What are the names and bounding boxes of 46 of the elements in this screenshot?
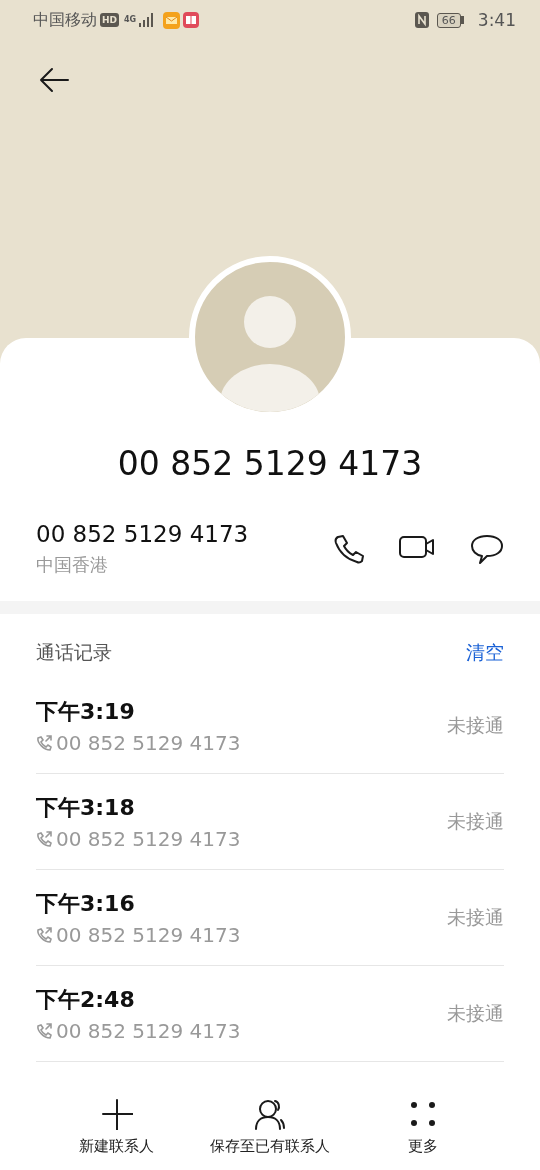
back-arrow-icon bbox=[38, 67, 70, 93]
call-time: 下午3:16 bbox=[36, 889, 136, 918]
video-camera-icon bbox=[398, 533, 436, 561]
chat-bubble-icon bbox=[470, 533, 504, 565]
battery-icon: 66 bbox=[436, 12, 464, 28]
number-region: 中国香港 bbox=[36, 553, 109, 577]
call-log-item[interactable]: 下午3:18 00 852 5129 4173 未接通 bbox=[36, 774, 504, 870]
plus-icon bbox=[100, 1098, 133, 1130]
book-app-icon bbox=[183, 12, 200, 28]
call-status: 未接通 bbox=[447, 904, 504, 930]
network-type: 4G bbox=[124, 16, 137, 24]
signal-icon bbox=[139, 13, 156, 27]
hd-badge: HD bbox=[100, 13, 119, 27]
call-number: 00 852 5129 4173 bbox=[56, 1018, 241, 1043]
message-button[interactable] bbox=[470, 533, 504, 565]
outgoing-call-icon bbox=[36, 926, 52, 943]
toolbar-button[interactable]: 保存至已有联系人 bbox=[195, 1097, 345, 1156]
call-log-item[interactable]: 下午2:48 00 852 5129 4173 未接通 bbox=[36, 966, 504, 1062]
section-title: 通话记录 bbox=[36, 640, 112, 665]
more-icon bbox=[410, 1101, 437, 1127]
call-log-item[interactable]: 下午3:19 00 852 5129 4173 未接通 bbox=[36, 678, 504, 774]
call-time: 下午2:48 bbox=[36, 985, 136, 1014]
outgoing-call-icon bbox=[36, 734, 52, 751]
carrier-name: 中国移动 bbox=[33, 9, 97, 31]
phone-icon bbox=[332, 533, 364, 565]
toolbar-button[interactable]: 新建联系人 bbox=[41, 1097, 192, 1156]
person-icon bbox=[253, 1098, 287, 1130]
call-number: 00 852 5129 4173 bbox=[56, 922, 241, 947]
call-status: 未接通 bbox=[447, 1000, 504, 1026]
contact-name: 00 852 5129 4173 bbox=[117, 444, 423, 483]
call-time: 下午3:18 bbox=[36, 793, 136, 822]
call-status: 未接通 bbox=[447, 808, 504, 834]
toolbar-button[interactable]: 更多 bbox=[348, 1097, 499, 1156]
call-button[interactable] bbox=[332, 533, 364, 565]
phone-number: 00 852 5129 4173 bbox=[36, 521, 250, 547]
nfc-icon bbox=[414, 12, 429, 28]
clear-button[interactable]: 清空 bbox=[466, 640, 504, 666]
outgoing-call-icon bbox=[36, 830, 52, 847]
clock-time: 3:41 bbox=[477, 10, 516, 30]
outgoing-call-icon bbox=[36, 1022, 52, 1039]
call-log-item[interactable]: 下午3:16 00 852 5129 4173 未接通 bbox=[36, 870, 504, 966]
call-status: 未接通 bbox=[447, 712, 504, 738]
call-time: 下午3:19 bbox=[36, 697, 136, 726]
mail-app-icon bbox=[163, 11, 181, 29]
call-number: 00 852 5129 4173 bbox=[56, 826, 241, 851]
call-number: 00 852 5129 4173 bbox=[56, 730, 241, 755]
